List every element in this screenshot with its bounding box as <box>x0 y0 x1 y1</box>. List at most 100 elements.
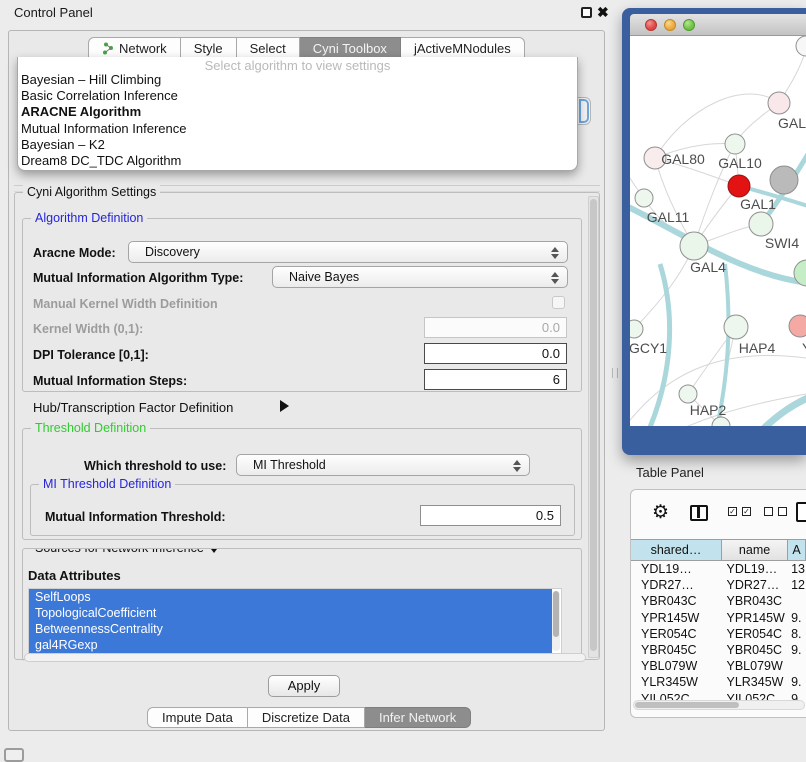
network-node[interactable] <box>712 417 730 426</box>
network-node[interactable] <box>630 320 643 338</box>
tab-select[interactable]: Select <box>237 37 300 59</box>
table-cell[interactable] <box>789 593 806 609</box>
network-node[interactable] <box>796 36 806 56</box>
algorithm-option[interactable]: Bayesian – K2 <box>18 137 577 153</box>
network-edge[interactable] <box>758 396 806 426</box>
table-cell[interactable]: YBL079W <box>631 658 722 674</box>
table-cell[interactable]: YPR145W <box>631 610 722 626</box>
table-cell[interactable]: YPR145W <box>722 610 789 626</box>
zoom-traffic-light-icon[interactable] <box>683 19 695 31</box>
minimized-panel-icon[interactable] <box>4 748 24 762</box>
kernel-width-field[interactable]: 0.0 <box>424 317 567 338</box>
table-cell[interactable]: 13 <box>789 561 806 577</box>
which-threshold-combo[interactable]: MI Threshold <box>236 454 530 476</box>
table-cell[interactable]: YDR27… <box>722 577 789 593</box>
table-cell[interactable]: 12 <box>789 577 806 593</box>
attribute-item[interactable]: SelfLoops <box>29 589 552 605</box>
network-node[interactable] <box>725 134 745 154</box>
tab-infer-network[interactable]: Infer Network <box>365 707 471 728</box>
close-icon[interactable]: ✖ <box>597 4 609 21</box>
minimize-traffic-light-icon[interactable] <box>664 19 676 31</box>
tab-impute-data[interactable]: Impute Data <box>147 707 248 728</box>
algorithm-option[interactable]: Basic Correlation Inference <box>18 88 577 104</box>
table-cell[interactable]: 9. <box>789 610 806 626</box>
document-icon[interactable] <box>796 502 806 522</box>
table-row[interactable]: YBR045CYBR045C9. <box>631 642 806 658</box>
network-node[interactable] <box>749 212 773 236</box>
table-row[interactable]: YER054CYER054C8. <box>631 626 806 642</box>
table-cell[interactable]: YBR043C <box>722 593 789 609</box>
unchecked-box-icon[interactable] <box>778 507 787 516</box>
network-node[interactable] <box>679 385 697 403</box>
attribute-item[interactable]: TopologicalCoefficient <box>29 605 552 621</box>
table-cell[interactable] <box>789 658 806 674</box>
network-node[interactable] <box>680 232 708 260</box>
table-cell[interactable]: YDL19… <box>631 561 722 577</box>
manual-kernel-checkbox[interactable] <box>552 296 565 309</box>
attribute-item[interactable]: gal4RGexp <box>29 637 552 653</box>
hub-definition-label[interactable]: Hub/Transcription Factor Definition <box>33 400 233 415</box>
tab-style[interactable]: Style <box>181 37 237 59</box>
network-edge[interactable] <box>655 94 779 158</box>
network-canvas[interactable]: GALGAL80GAL10GAL1GAL11SWI4GAL4GCY1HAP4YH… <box>630 36 806 426</box>
settings-hscrollbar[interactable] <box>24 653 586 662</box>
table-cell[interactable]: YLR345W <box>631 674 722 690</box>
table-row[interactable]: YBR043CYBR043C <box>631 593 806 609</box>
algorithm-option[interactable]: Mutual Information Inference <box>18 121 577 137</box>
tab-discretize-data[interactable]: Discretize Data <box>248 707 365 728</box>
table-cell[interactable]: YLR345W <box>722 674 789 690</box>
table-hscrollbar[interactable] <box>633 700 805 710</box>
data-attributes-list[interactable]: SelfLoopsTopologicalCoefficientBetweenne… <box>28 588 562 655</box>
attr-list-scrollbar[interactable] <box>552 591 560 651</box>
tab-jactivemnodules[interactable]: jActiveMNodules <box>401 37 525 59</box>
float-window-icon[interactable] <box>581 7 592 18</box>
network-node[interactable] <box>728 175 750 197</box>
column-header[interactable]: shared… <box>631 540 722 560</box>
expand-arrow-icon[interactable] <box>280 400 289 412</box>
table-row[interactable]: YLR345WYLR345W9. <box>631 674 806 690</box>
table-cell[interactable]: YBL079W <box>722 658 789 674</box>
algorithm-option[interactable]: Bayesian – Hill Climbing <box>18 72 577 88</box>
tab-network[interactable]: Network <box>88 37 181 59</box>
table-cell[interactable]: YBR045C <box>631 642 722 658</box>
table-cell[interactable]: YBR043C <box>631 593 722 609</box>
network-node[interactable] <box>724 315 748 339</box>
collapse-arrow-icon[interactable] <box>208 548 220 553</box>
gear-icon[interactable]: ⚙ <box>652 503 669 522</box>
checked-box-icon[interactable]: ✓ <box>742 507 751 516</box>
table-row[interactable]: YPR145WYPR145W9. <box>631 610 806 626</box>
split-columns-icon[interactable] <box>690 505 708 521</box>
table-row[interactable]: YDR27…YDR27…12 <box>631 577 806 593</box>
mi-threshold-field[interactable]: 0.5 <box>420 505 561 526</box>
table-cell[interactable]: YER054C <box>722 626 789 642</box>
network-window-titlebar[interactable] <box>630 14 806 36</box>
table-row[interactable]: YDL19…YDL19…13 <box>631 561 806 577</box>
table-cell[interactable]: YDL19… <box>722 561 789 577</box>
attribute-item[interactable]: BetweennessCentrality <box>29 621 552 637</box>
close-traffic-light-icon[interactable] <box>645 19 657 31</box>
algorithm-option[interactable]: Dream8 DC_TDC Algorithm <box>18 153 577 169</box>
unchecked-box-icon[interactable] <box>764 507 773 516</box>
table-cell[interactable]: 9. <box>789 674 806 690</box>
apply-button[interactable]: Apply <box>268 675 340 697</box>
network-node[interactable] <box>789 315 806 337</box>
column-header[interactable]: name <box>722 540 788 560</box>
mi-type-combo[interactable]: Naive Bayes <box>272 266 568 288</box>
aracne-mode-combo[interactable]: Discovery <box>128 241 568 263</box>
table-row[interactable]: YBL079WYBL079W <box>631 658 806 674</box>
splitpane-divider-handle[interactable] <box>612 368 618 378</box>
network-node[interactable] <box>635 189 653 207</box>
algorithm-option[interactable]: ARACNE Algorithm <box>18 104 577 120</box>
table-cell[interactable]: YBR045C <box>722 642 789 658</box>
table-cell[interactable]: 9. <box>789 642 806 658</box>
network-node[interactable] <box>770 166 798 194</box>
table-cell[interactable]: 8. <box>789 626 806 642</box>
network-node[interactable] <box>768 92 790 114</box>
settings-scrollbar[interactable] <box>588 196 599 658</box>
dpi-tolerance-field[interactable]: 0.0 <box>424 343 567 364</box>
column-header[interactable]: A <box>788 540 806 560</box>
table-cell[interactable]: YER054C <box>631 626 722 642</box>
tab-cyni-toolbox[interactable]: Cyni Toolbox <box>300 37 401 59</box>
checked-box-icon[interactable]: ✓ <box>728 507 737 516</box>
mi-steps-field[interactable]: 6 <box>424 369 567 390</box>
